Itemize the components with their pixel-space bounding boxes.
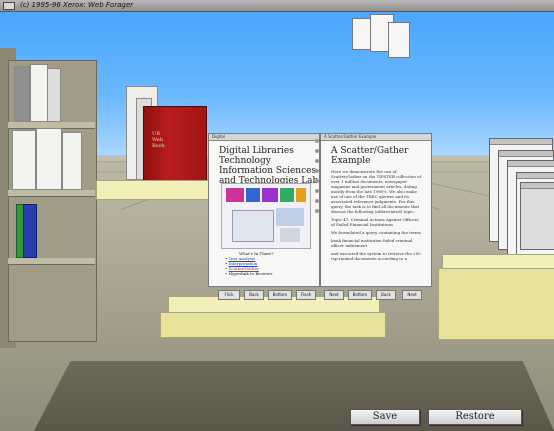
shelf-book[interactable] (30, 64, 48, 122)
web-forager-window: (c) 1995-96 Xerox: Web Forager UR Web Bo… (0, 0, 554, 431)
right-pedestal-front (438, 268, 554, 340)
nav-button[interactable]: Flick (218, 290, 240, 300)
window-title: (c) 1995-96 Xerox: Web Forager (20, 1, 133, 9)
shelf-book[interactable] (12, 130, 36, 190)
right-page-paragraph: We formulated a query containing the ter… (331, 230, 421, 235)
shelf-book[interactable] (14, 66, 30, 122)
right-page-paragraph: Topic 47: Criminal Actions Against Offic… (331, 217, 419, 227)
page-image-collage (221, 183, 311, 249)
open-book[interactable]: Digital Digital Libraries Technology Inf… (206, 133, 434, 300)
red-web-book[interactable]: UR Web Book (143, 106, 207, 186)
shelf-board (8, 190, 95, 197)
right-page-paragraph: and executed the system to retrieve the … (331, 251, 421, 261)
nav-button[interactable]: Bottom (268, 290, 292, 300)
stacked-window[interactable] (520, 182, 554, 250)
window-menu-icon[interactable] (3, 2, 15, 10)
shelf-book[interactable] (62, 132, 82, 190)
shelf-book-blue[interactable] (23, 204, 37, 258)
nav-button[interactable]: Next (324, 290, 344, 300)
left-page[interactable]: Digital Digital Libraries Technology Inf… (208, 133, 320, 287)
thumb-page[interactable] (388, 22, 410, 58)
left-page-header: Digital (209, 134, 319, 141)
right-page-paragraph: bank financial institution failed crimin… (331, 238, 413, 248)
nav-button[interactable]: Bottom (348, 290, 372, 300)
left-page-title: Digital Libraries Technology Information… (219, 146, 319, 186)
right-page-header: A Scatter/Gather Example (321, 134, 431, 141)
open-book-pedestal-front (160, 312, 386, 338)
right-page-title: A Scatter/Gather Example (331, 146, 409, 166)
save-button[interactable]: Save (350, 409, 420, 425)
floating-page-thumbnail[interactable] (352, 14, 410, 58)
book-pedestal (96, 180, 218, 200)
shelf-book[interactable] (36, 128, 62, 190)
restore-button[interactable]: Restore (428, 409, 522, 425)
right-page[interactable]: A Scatter/Gather Example A Scatter/Gathe… (320, 133, 432, 287)
shelf-book[interactable] (47, 68, 61, 122)
right-page-paragraph: Here we demonstrate the use of Scatter/G… (331, 169, 421, 214)
left-page-contents: What's In There? • Text Analysis • Inter… (225, 251, 274, 276)
nav-button[interactable]: Back (376, 290, 396, 300)
red-book-title-line: Book (152, 143, 165, 149)
nav-button[interactable]: Back (244, 290, 264, 300)
red-book-title: UR Web Book (152, 131, 165, 149)
nav-button[interactable]: Flash (296, 290, 316, 300)
title-bar: (c) 1995-96 Xerox: Web Forager (0, 0, 554, 12)
shelf-board (8, 258, 95, 265)
link-hyperlink-browser[interactable]: Hyperlink to Browser (229, 271, 273, 276)
nav-button[interactable]: Next (402, 290, 422, 300)
